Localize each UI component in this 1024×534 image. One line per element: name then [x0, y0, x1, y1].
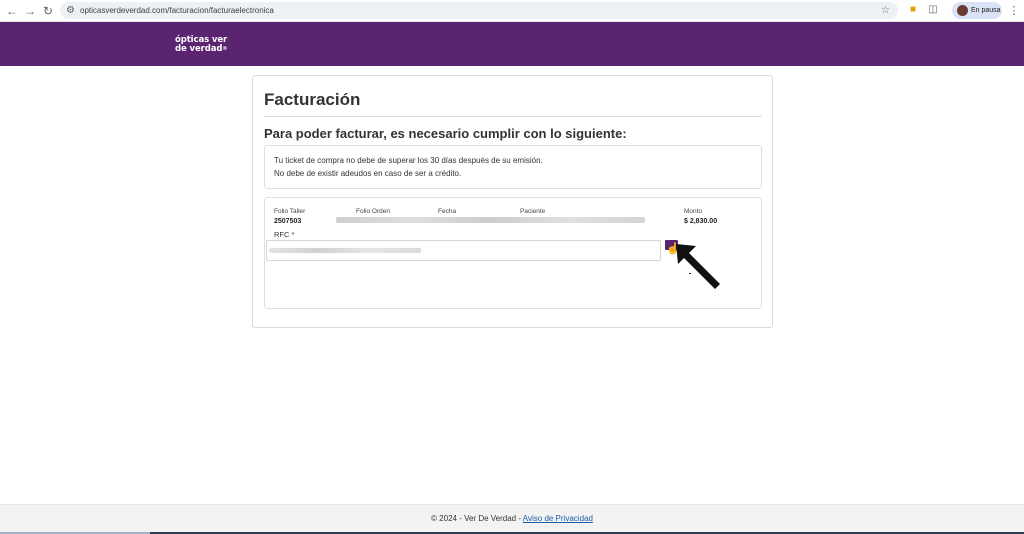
header-folio-orden: Folio Orden: [356, 208, 390, 215]
requirements-heading: Para poder facturar, es necesario cumpli…: [264, 126, 627, 141]
billing-card: Facturación Para poder facturar, es nece…: [252, 75, 773, 328]
value-folio-taller: 2507503: [274, 218, 302, 225]
extensions-puzzle-icon[interactable]: ◫: [926, 3, 940, 17]
page-title: Facturación: [264, 90, 361, 109]
pointer-arrow-icon: [676, 244, 720, 289]
bookmark-star-icon[interactable]: ☆: [881, 2, 890, 19]
address-bar[interactable]: ⚙ opticasverdeverdad.com/facturacion/fac…: [60, 2, 898, 19]
browser-toolbar: ← → ↻ ⚙ opticasverdeverdad.com/facturaci…: [0, 0, 1024, 22]
logo-line-2: de verdad: [175, 44, 223, 54]
site-footer: © 2024 - Ver De Verdad - Aviso de Privac…: [0, 504, 1024, 532]
forward-icon[interactable]: →: [22, 3, 38, 19]
profile-label: En pausa: [971, 7, 1001, 14]
header-folio-taller: Folio Taller: [274, 208, 306, 215]
site-header: ópticas ver de verdad®: [0, 22, 1024, 66]
profile-button[interactable]: En pausa: [952, 2, 1002, 19]
url-text[interactable]: opticasverdeverdad.com/facturacion/factu…: [80, 2, 274, 19]
back-icon[interactable]: ←: [4, 3, 20, 19]
redacted-ticket-details: [336, 217, 645, 223]
avatar: [957, 5, 968, 16]
extension-icon[interactable]: ■: [906, 3, 920, 17]
rfc-input[interactable]: [266, 240, 661, 261]
reload-icon[interactable]: ↻: [40, 3, 56, 19]
copyright-text: © 2024 - Ver De Verdad -: [431, 514, 523, 523]
stray-mark: [689, 273, 691, 274]
header-fecha: Fecha: [438, 208, 457, 215]
redacted-rfc-value: [269, 248, 421, 253]
requirements-box: Tu ticket de compra no debe de superar l…: [264, 145, 762, 189]
browser-menu-icon[interactable]: ⋮: [1008, 3, 1020, 19]
ticket-panel: Folio Taller Folio Orden Fecha Paciente …: [264, 197, 762, 309]
site-settings-icon[interactable]: ⚙: [66, 3, 75, 18]
requirement-item: Tu ticket de compra no debe de superar l…: [274, 156, 543, 165]
value-monto: $ 2,830.00: [684, 218, 718, 225]
registered-mark: ®: [222, 46, 228, 52]
site-logo[interactable]: ópticas ver de verdad®: [175, 36, 227, 54]
title-divider: [264, 116, 762, 117]
rfc-label: RFC *: [274, 230, 295, 239]
header-paciente: Paciente: [520, 208, 546, 215]
header-monto: Monto: [684, 208, 703, 215]
privacy-link[interactable]: Aviso de Privacidad: [523, 514, 593, 523]
requirement-item: No debe de existir adeudos en caso de se…: [274, 169, 462, 178]
